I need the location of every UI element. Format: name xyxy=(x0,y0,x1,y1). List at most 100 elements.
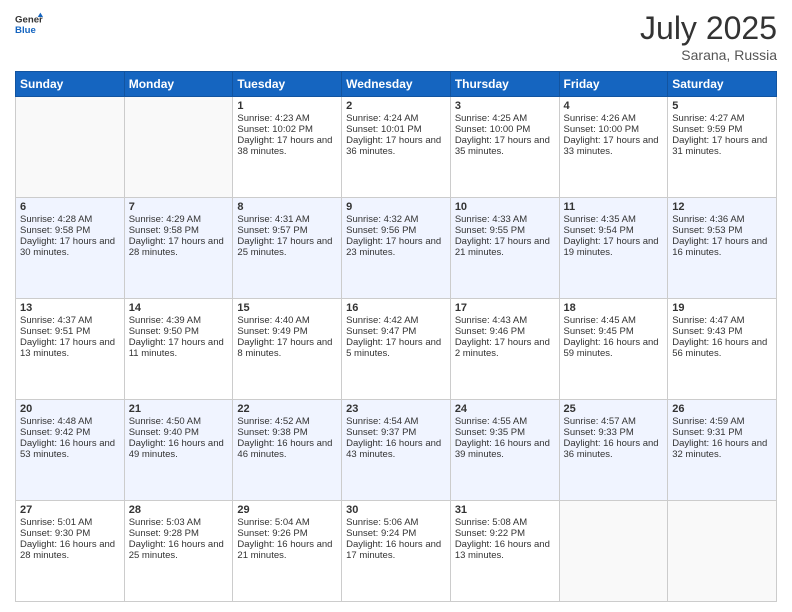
day-number: 10 xyxy=(455,201,555,213)
day-info: Daylight: 17 hours and 23 minutes. xyxy=(346,236,446,258)
col-header-thursday: Thursday xyxy=(450,72,559,97)
calendar-header-row: SundayMondayTuesdayWednesdayThursdayFrid… xyxy=(16,72,777,97)
day-info: Sunset: 9:54 PM xyxy=(564,225,664,236)
day-info: Daylight: 16 hours and 21 minutes. xyxy=(237,539,337,561)
day-number: 20 xyxy=(20,403,120,415)
day-info: Sunrise: 4:23 AM xyxy=(237,113,337,124)
col-header-saturday: Saturday xyxy=(668,72,777,97)
day-number: 26 xyxy=(672,403,772,415)
calendar-cell: 11Sunrise: 4:35 AMSunset: 9:54 PMDayligh… xyxy=(559,198,668,299)
day-info: Sunset: 9:59 PM xyxy=(672,124,772,135)
day-info: Sunset: 9:30 PM xyxy=(20,528,120,539)
day-info: Sunrise: 4:45 AM xyxy=(564,315,664,326)
day-info: Sunset: 9:51 PM xyxy=(20,326,120,337)
day-number: 3 xyxy=(455,100,555,112)
title-block: July 2025 Sarana, Russia xyxy=(640,10,777,63)
day-info: Sunrise: 4:50 AM xyxy=(129,416,229,427)
day-info: Sunset: 9:43 PM xyxy=(672,326,772,337)
calendar-cell: 8Sunrise: 4:31 AMSunset: 9:57 PMDaylight… xyxy=(233,198,342,299)
calendar-cell xyxy=(16,97,125,198)
day-info: Daylight: 17 hours and 31 minutes. xyxy=(672,135,772,157)
day-info: Sunset: 10:00 PM xyxy=(564,124,664,135)
month-year: July 2025 xyxy=(640,10,777,47)
day-info: Sunset: 10:02 PM xyxy=(237,124,337,135)
calendar-cell: 17Sunrise: 4:43 AMSunset: 9:46 PMDayligh… xyxy=(450,299,559,400)
calendar-week-row: 1Sunrise: 4:23 AMSunset: 10:02 PMDayligh… xyxy=(16,97,777,198)
day-number: 24 xyxy=(455,403,555,415)
day-number: 29 xyxy=(237,504,337,516)
day-info: Daylight: 17 hours and 38 minutes. xyxy=(237,135,337,157)
calendar-cell xyxy=(668,501,777,602)
day-info: Sunset: 9:58 PM xyxy=(20,225,120,236)
calendar-cell: 18Sunrise: 4:45 AMSunset: 9:45 PMDayligh… xyxy=(559,299,668,400)
day-info: Sunrise: 4:47 AM xyxy=(672,315,772,326)
day-info: Sunrise: 5:06 AM xyxy=(346,517,446,528)
day-info: Sunrise: 4:35 AM xyxy=(564,214,664,225)
calendar-week-row: 27Sunrise: 5:01 AMSunset: 9:30 PMDayligh… xyxy=(16,501,777,602)
day-info: Daylight: 17 hours and 35 minutes. xyxy=(455,135,555,157)
day-info: Daylight: 16 hours and 39 minutes. xyxy=(455,438,555,460)
day-info: Daylight: 17 hours and 30 minutes. xyxy=(20,236,120,258)
day-info: Sunrise: 5:03 AM xyxy=(129,517,229,528)
logo-icon: General Blue xyxy=(15,10,43,38)
day-info: Daylight: 17 hours and 5 minutes. xyxy=(346,337,446,359)
calendar-cell: 23Sunrise: 4:54 AMSunset: 9:37 PMDayligh… xyxy=(342,400,451,501)
day-info: Sunset: 9:35 PM xyxy=(455,427,555,438)
day-info: Sunset: 9:26 PM xyxy=(237,528,337,539)
day-info: Sunrise: 4:33 AM xyxy=(455,214,555,225)
location: Sarana, Russia xyxy=(640,47,777,63)
calendar-cell: 28Sunrise: 5:03 AMSunset: 9:28 PMDayligh… xyxy=(124,501,233,602)
calendar-cell: 6Sunrise: 4:28 AMSunset: 9:58 PMDaylight… xyxy=(16,198,125,299)
day-info: Daylight: 16 hours and 53 minutes. xyxy=(20,438,120,460)
day-info: Sunrise: 4:37 AM xyxy=(20,315,120,326)
day-info: Sunrise: 4:24 AM xyxy=(346,113,446,124)
day-info: Sunset: 9:49 PM xyxy=(237,326,337,337)
day-info: Sunset: 9:42 PM xyxy=(20,427,120,438)
calendar-cell: 12Sunrise: 4:36 AMSunset: 9:53 PMDayligh… xyxy=(668,198,777,299)
day-info: Sunrise: 4:26 AM xyxy=(564,113,664,124)
day-info: Sunrise: 4:27 AM xyxy=(672,113,772,124)
day-info: Daylight: 16 hours and 46 minutes. xyxy=(237,438,337,460)
day-number: 31 xyxy=(455,504,555,516)
day-info: Sunset: 9:57 PM xyxy=(237,225,337,236)
day-number: 11 xyxy=(564,201,664,213)
day-info: Sunset: 10:01 PM xyxy=(346,124,446,135)
calendar-cell xyxy=(559,501,668,602)
calendar-cell: 27Sunrise: 5:01 AMSunset: 9:30 PMDayligh… xyxy=(16,501,125,602)
day-info: Daylight: 16 hours and 59 minutes. xyxy=(564,337,664,359)
day-info: Sunset: 9:24 PM xyxy=(346,528,446,539)
day-info: Daylight: 17 hours and 36 minutes. xyxy=(346,135,446,157)
header: General Blue July 2025 Sarana, Russia xyxy=(15,10,777,63)
day-info: Sunrise: 4:25 AM xyxy=(455,113,555,124)
day-info: Sunset: 9:50 PM xyxy=(129,326,229,337)
day-info: Daylight: 17 hours and 11 minutes. xyxy=(129,337,229,359)
day-number: 19 xyxy=(672,302,772,314)
calendar-week-row: 20Sunrise: 4:48 AMSunset: 9:42 PMDayligh… xyxy=(16,400,777,501)
day-number: 22 xyxy=(237,403,337,415)
day-number: 7 xyxy=(129,201,229,213)
calendar-cell: 31Sunrise: 5:08 AMSunset: 9:22 PMDayligh… xyxy=(450,501,559,602)
calendar-cell: 22Sunrise: 4:52 AMSunset: 9:38 PMDayligh… xyxy=(233,400,342,501)
day-info: Sunset: 9:55 PM xyxy=(455,225,555,236)
col-header-wednesday: Wednesday xyxy=(342,72,451,97)
calendar-cell: 21Sunrise: 4:50 AMSunset: 9:40 PMDayligh… xyxy=(124,400,233,501)
day-info: Daylight: 17 hours and 16 minutes. xyxy=(672,236,772,258)
day-number: 2 xyxy=(346,100,446,112)
day-info: Sunrise: 4:59 AM xyxy=(672,416,772,427)
svg-text:Blue: Blue xyxy=(15,25,36,36)
calendar-cell xyxy=(124,97,233,198)
day-number: 9 xyxy=(346,201,446,213)
calendar-cell: 20Sunrise: 4:48 AMSunset: 9:42 PMDayligh… xyxy=(16,400,125,501)
day-info: Sunset: 9:22 PM xyxy=(455,528,555,539)
day-info: Sunrise: 5:08 AM xyxy=(455,517,555,528)
day-info: Sunset: 9:37 PM xyxy=(346,427,446,438)
calendar-cell: 1Sunrise: 4:23 AMSunset: 10:02 PMDayligh… xyxy=(233,97,342,198)
day-number: 21 xyxy=(129,403,229,415)
day-number: 14 xyxy=(129,302,229,314)
day-number: 23 xyxy=(346,403,446,415)
day-number: 8 xyxy=(237,201,337,213)
day-info: Sunset: 9:31 PM xyxy=(672,427,772,438)
day-info: Daylight: 17 hours and 8 minutes. xyxy=(237,337,337,359)
col-header-sunday: Sunday xyxy=(16,72,125,97)
day-info: Sunrise: 5:01 AM xyxy=(20,517,120,528)
